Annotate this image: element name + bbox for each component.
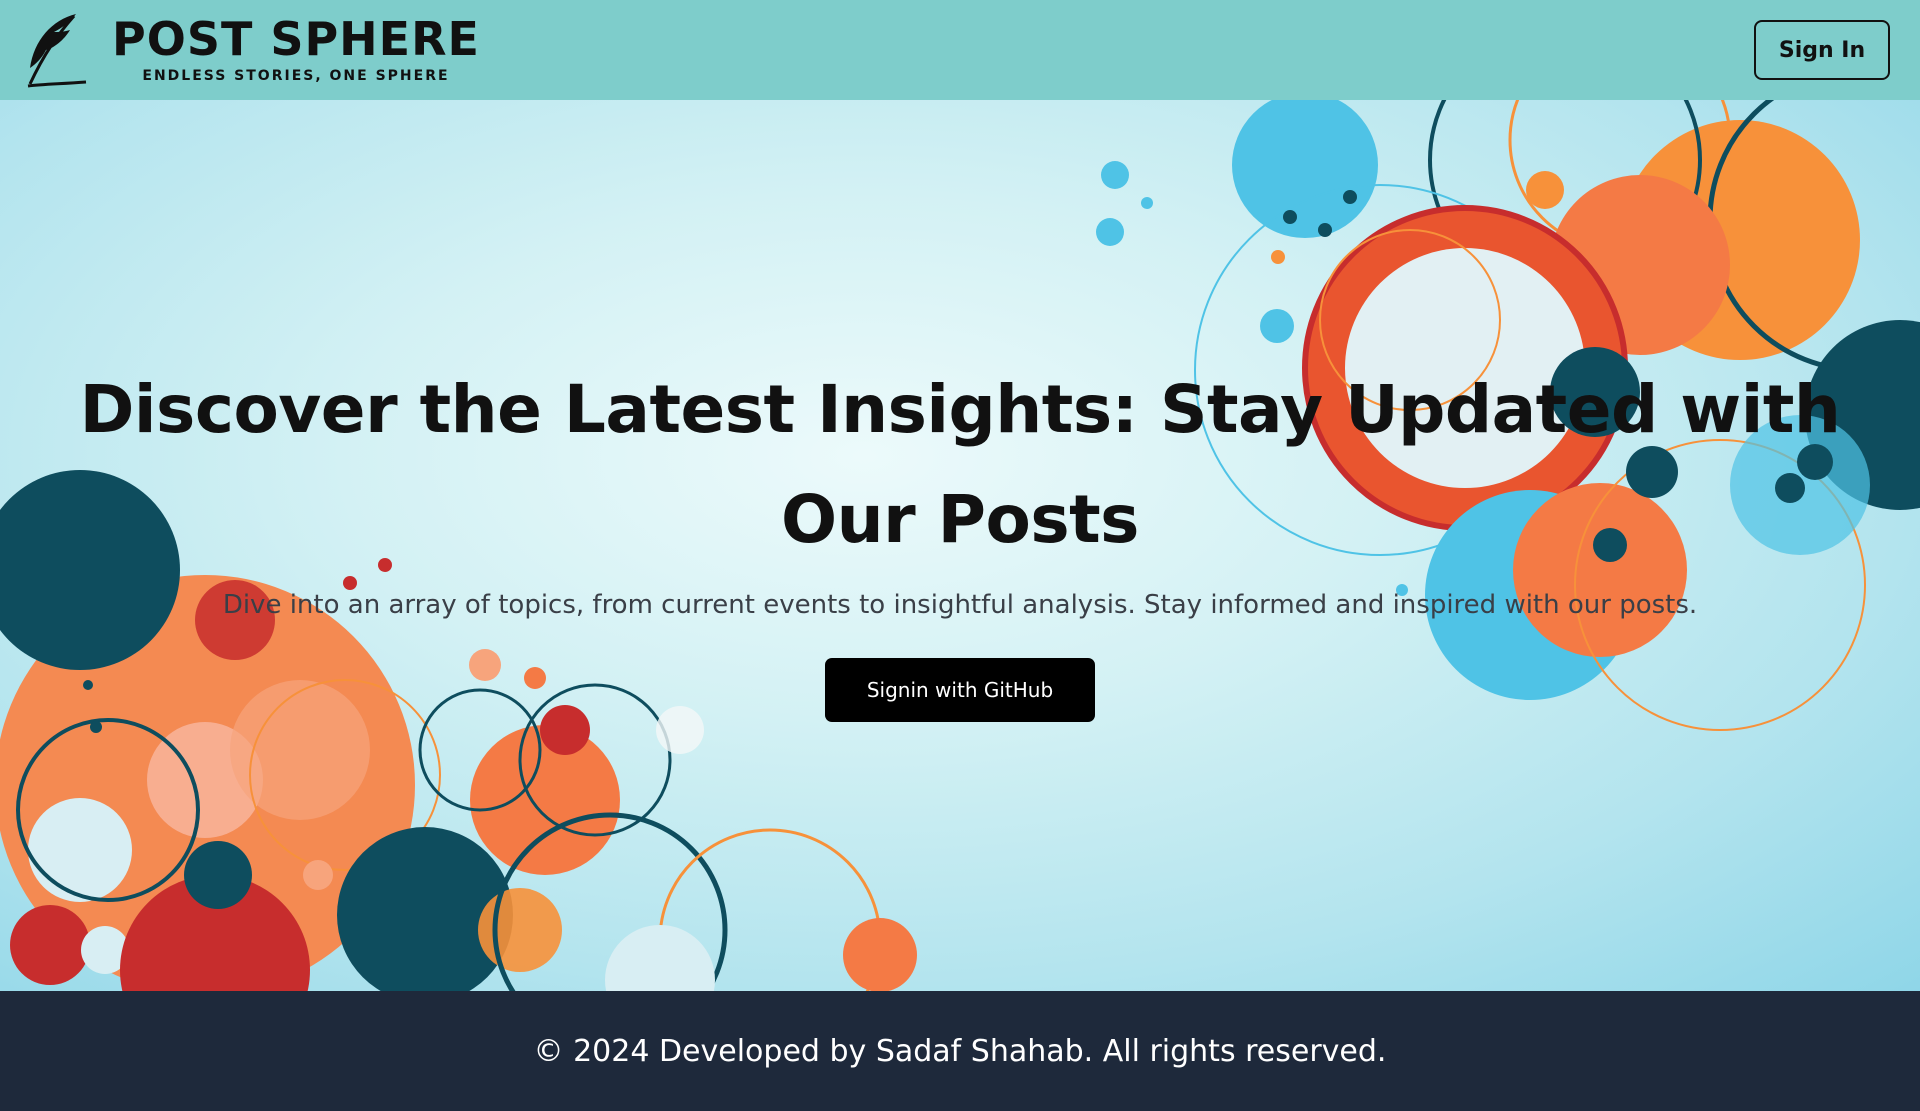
hero-subtitle: Dive into an array of topics, from curre… bbox=[222, 590, 1698, 620]
brand-text: POST SPHERE ENDLESS STORIES, ONE SPHERE bbox=[112, 16, 480, 84]
navbar: POST SPHERE ENDLESS STORIES, ONE SPHERE … bbox=[0, 0, 1920, 100]
feather-quill-icon bbox=[27, 14, 87, 88]
brand-tagline: ENDLESS STORIES, ONE SPHERE bbox=[142, 68, 450, 84]
signin-github-button[interactable]: Signin with GitHub bbox=[825, 658, 1095, 722]
footer-copyright: © 2024 Developed by Sadaf Shahab. All ri… bbox=[533, 1033, 1387, 1069]
sign-in-button[interactable]: Sign In bbox=[1754, 20, 1890, 80]
brand[interactable]: POST SPHERE ENDLESS STORIES, ONE SPHERE bbox=[24, 10, 480, 90]
hero-section: Discover the Latest Insights: Stay Updat… bbox=[0, 100, 1920, 991]
hero-title: Discover the Latest Insights: Stay Updat… bbox=[79, 371, 1841, 558]
footer: © 2024 Developed by Sadaf Shahab. All ri… bbox=[0, 991, 1920, 1111]
brand-name: POST SPHERE bbox=[112, 12, 480, 66]
hero-content: Discover the Latest Insights: Stay Updat… bbox=[0, 100, 1920, 991]
